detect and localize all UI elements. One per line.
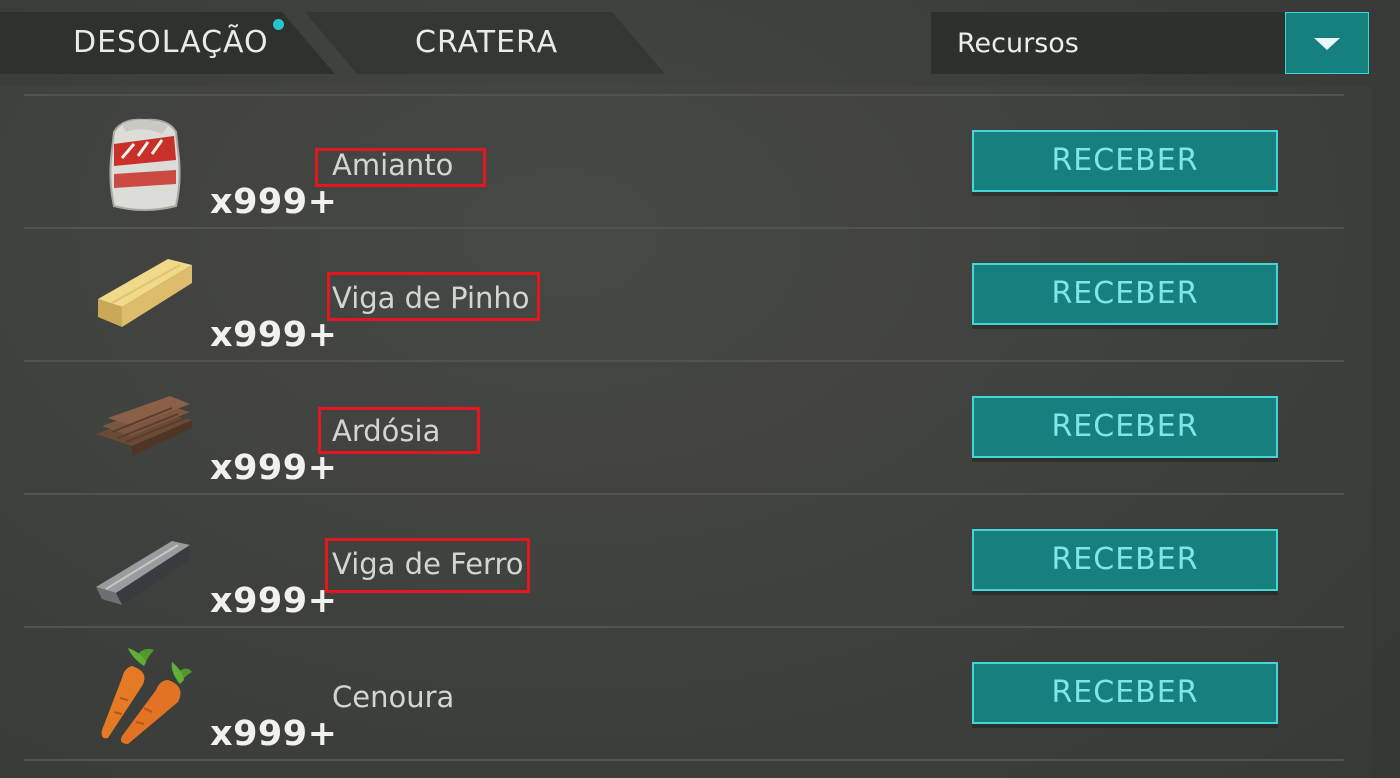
list-divider (24, 759, 1344, 778)
notification-dot (273, 19, 284, 30)
receive-button[interactable]: RECEBER (972, 662, 1278, 724)
receive-button[interactable]: RECEBER (972, 130, 1278, 192)
iron-beam-icon (92, 509, 196, 613)
dropdown-selected-value: Recursos (957, 28, 1079, 59)
item-name: Cenoura (332, 680, 455, 714)
dropdown-toggle-button[interactable] (1285, 12, 1369, 74)
item-quantity: x999+ (210, 581, 338, 621)
resource-list: x999+ Amianto RECEBER x999+ Viga de Pinh… (0, 86, 1372, 778)
carrot-icon (92, 642, 196, 746)
item-name: Amianto (332, 148, 454, 182)
list-item: x999+ Viga de Pinho RECEBER (24, 227, 1344, 362)
tab-cratera[interactable]: CRATERA (305, 12, 665, 74)
receive-button[interactable]: RECEBER (972, 529, 1278, 591)
receive-button[interactable]: RECEBER (972, 263, 1278, 325)
resource-filter-dropdown[interactable]: Recursos (931, 12, 1369, 74)
chevron-down-icon (1314, 38, 1340, 50)
item-name: Ardósia (332, 414, 441, 448)
receive-button[interactable]: RECEBER (972, 396, 1278, 458)
asbestos-bag-icon (92, 110, 196, 214)
item-quantity: x999+ (210, 315, 338, 355)
item-name: Viga de Pinho (332, 281, 530, 315)
item-name: Viga de Ferro (332, 547, 524, 581)
list-item: x999+ Cenoura RECEBER (24, 626, 1344, 761)
tab-desolacao[interactable]: DESOLAÇÃO (0, 12, 335, 74)
pine-beam-icon (92, 243, 196, 347)
list-item: x999+ Amianto RECEBER (24, 94, 1344, 229)
item-quantity: x999+ (210, 448, 338, 488)
inventory-screen: DESOLAÇÃO CRATERA Recursos x999+ Amianto… (0, 0, 1400, 778)
list-item: x999+ Viga de Ferro RECEBER (24, 493, 1344, 628)
slate-icon (92, 376, 196, 480)
list-item: x999+ Ardósia RECEBER (24, 360, 1344, 495)
item-quantity: x999+ (210, 714, 338, 754)
tab-label: DESOLAÇÃO (73, 25, 269, 60)
tab-label: CRATERA (415, 25, 559, 60)
item-quantity: x999+ (210, 182, 338, 222)
